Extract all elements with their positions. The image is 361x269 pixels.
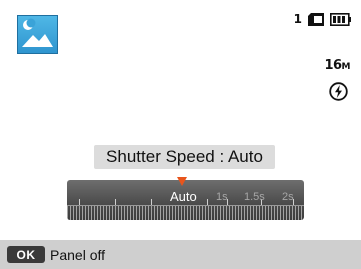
bottom-hint-bar: OK Panel off [0, 240, 361, 269]
scale-label-1s[interactable]: 1s [216, 191, 228, 203]
slider-pointer[interactable] [177, 177, 187, 186]
resolution-unit: M [341, 62, 351, 72]
resolution-indicator: 16M [324, 58, 350, 73]
flash-auto-icon [329, 82, 348, 101]
scale-label-auto[interactable]: Auto [170, 189, 197, 204]
night-landscape-icon[interactable] [17, 15, 58, 54]
scale-label-2s[interactable]: 2s [282, 191, 294, 203]
panel-off-label: Panel off [50, 246, 106, 263]
resolution-value: 16 [324, 58, 342, 73]
scale-label-1-5s[interactable]: 1.5s [244, 191, 265, 203]
battery-full-icon [330, 12, 351, 26]
ok-button[interactable]: OK [7, 246, 45, 263]
camera-screen: 1 16M Shutter Speed : Auto Auto 1s 1.5s … [0, 0, 361, 269]
memory-card-icon [308, 12, 324, 26]
shutter-speed-slider[interactable]: Auto 1s 1.5s 2s [67, 180, 304, 220]
shots-remaining: 1 [293, 12, 302, 26]
shutter-speed-label: Shutter Speed : Auto [94, 145, 275, 169]
status-indicators: 1 [294, 11, 351, 27]
ruler-ticks [67, 206, 304, 220]
